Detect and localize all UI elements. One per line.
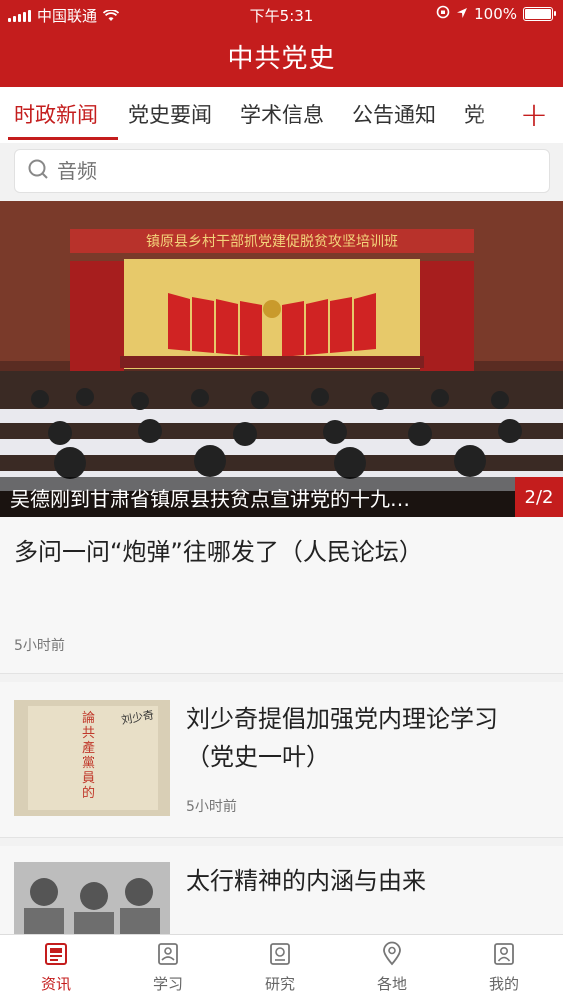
nav-regions[interactable]: 各地 — [336, 941, 448, 994]
orientation-lock-icon — [436, 5, 450, 23]
location-icon — [383, 941, 401, 966]
news-icon — [45, 943, 67, 965]
nav-study[interactable]: 学习 — [112, 941, 224, 994]
tab-party-history-news[interactable]: 党史要闻 — [128, 99, 212, 129]
plus-icon: + — [519, 95, 549, 135]
banner-page-indicator: 2/2 — [515, 477, 563, 517]
tab-academic-info[interactable]: 学术信息 — [240, 99, 324, 129]
news-title: 多问一问“炮弹”往哪发了（人民论坛） — [14, 538, 423, 566]
news-item[interactable]: 論共產黨員的 刘少奇 刘少奇提倡加强党内理论学习 （党史一叶） 5小时前 — [0, 682, 563, 838]
nav-profile[interactable]: 我的 — [448, 941, 560, 994]
stage-banner-text: 镇原县乡村干部抓党建促脱贫攻坚培训班 — [146, 234, 398, 250]
search-bar[interactable] — [14, 149, 550, 193]
profile-icon — [494, 943, 514, 965]
news-title: 刘少奇提倡加强党内理论学习 （党史一叶） — [186, 705, 498, 771]
tab-current-affairs[interactable]: 时政新闻 — [14, 99, 98, 129]
category-tabs: 时政新闻 党史要闻 学术信息 公告通知 党 + — [0, 87, 563, 143]
search-icon — [27, 158, 49, 184]
bottom-navigation: 资讯 学习 研究 各地 我的 — [0, 934, 563, 1000]
study-icon — [158, 943, 178, 965]
thumb-book-title: 論共產黨員的 — [82, 710, 95, 801]
battery-percent: 100% — [474, 5, 517, 23]
news-thumbnail — [14, 862, 170, 934]
news-feed: 多问一问“炮弹”往哪发了（人民论坛） 5小时前 論共產黨員的 刘少奇 刘少奇提倡… — [0, 517, 563, 934]
nav-news[interactable]: 资讯 — [0, 941, 112, 994]
add-tab-button[interactable]: + — [505, 87, 563, 143]
news-item[interactable]: 多问一问“炮弹”往哪发了（人民论坛） 5小时前 — [0, 517, 563, 674]
battery-icon — [523, 7, 556, 21]
tab-announcements[interactable]: 公告通知 — [352, 99, 436, 129]
status-bar: 中国联通 下午5:31 100% — [0, 0, 563, 28]
banner-image: 镇原县乡村干部抓党建促脱贫攻坚培训班 — [0, 201, 563, 517]
banner-caption: 吴德刚到甘肃省镇原县扶贫点宣讲党的十九… — [10, 487, 410, 511]
news-item[interactable]: 太行精神的内涵与由来 — [0, 846, 563, 934]
research-icon — [270, 943, 290, 965]
search-input[interactable] — [57, 159, 517, 183]
active-tab-indicator — [8, 137, 118, 140]
banner-carousel[interactable]: 镇原县乡村干部抓党建促脱贫攻坚培训班 吴德刚到甘肃省镇原县扶贫点宣讲党的十九… … — [0, 201, 563, 517]
nav-research[interactable]: 研究 — [224, 941, 336, 994]
location-arrow-icon — [456, 5, 468, 23]
page-title: 中共党史 — [227, 44, 336, 74]
news-title: 太行精神的内涵与由来 — [186, 867, 426, 895]
news-time: 5小时前 — [14, 638, 65, 654]
news-time: 5小时前 — [186, 799, 237, 815]
news-thumbnail: 論共產黨員的 刘少奇 — [14, 700, 170, 816]
top-bar: 中国联通 下午5:31 100% 中共党史 — [0, 0, 563, 87]
